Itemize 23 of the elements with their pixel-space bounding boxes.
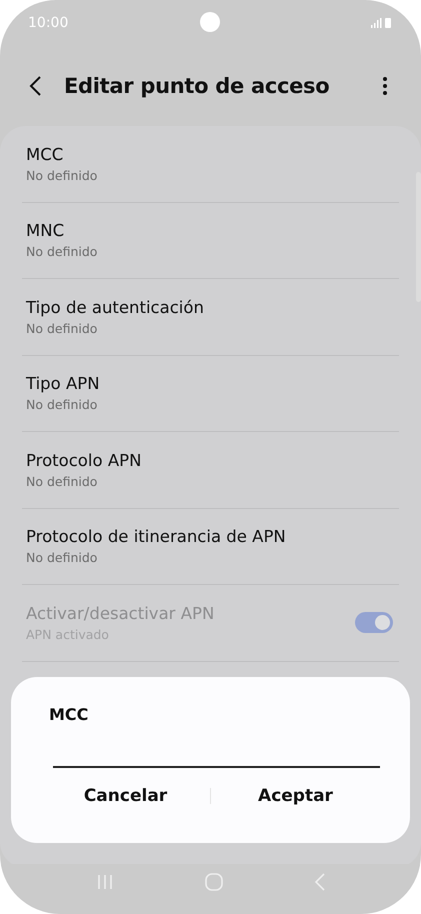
page-title: Editar punto de acceso [64, 74, 330, 98]
setting-value: No definido [26, 320, 98, 336]
camera-hole-icon [200, 12, 220, 32]
setting-title[interactable]: Protocolo APN [26, 450, 142, 470]
setting-value: No definido [26, 550, 98, 566]
signal-battery-icon [371, 17, 393, 29]
back-nav-icon[interactable] [314, 873, 326, 891]
dialog-title: MCC [49, 705, 88, 724]
recent-apps-icon[interactable] [96, 874, 114, 890]
accept-button[interactable]: Aceptar [211, 776, 380, 816]
cancel-button[interactable]: Cancelar [41, 776, 210, 816]
setting-title[interactable]: Tipo de autenticación [26, 298, 204, 317]
back-icon[interactable] [28, 75, 42, 97]
setting-title[interactable]: Tipo APN [26, 374, 100, 394]
home-icon[interactable] [204, 873, 222, 891]
setting-value: No definido [26, 397, 98, 412]
setting-title[interactable]: MNC [26, 221, 64, 240]
setting-title[interactable]: Protocolo de itinerancia de APN [26, 527, 286, 546]
more-options-icon[interactable] [382, 76, 388, 96]
setting-title[interactable]: MCC [26, 144, 64, 164]
setting-value: No definido [26, 244, 98, 260]
setting-value: No definido [26, 168, 98, 183]
setting-value: No definido [26, 474, 98, 489]
